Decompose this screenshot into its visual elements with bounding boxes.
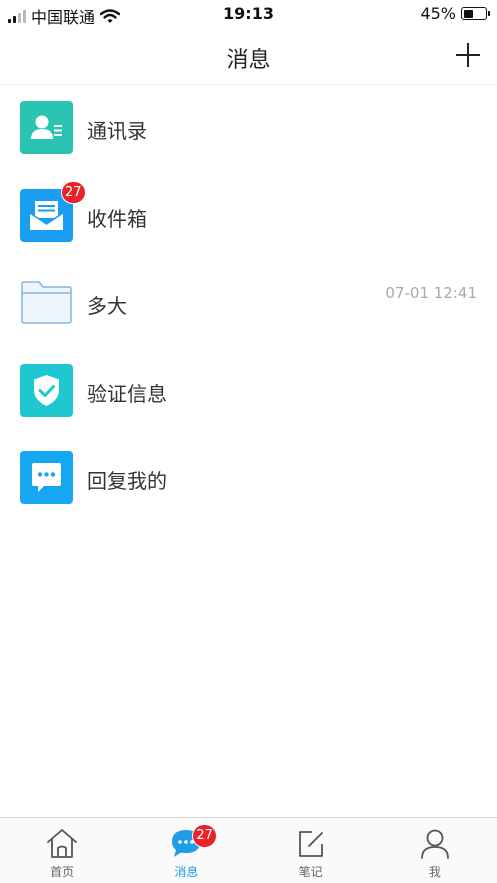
shield-check-icon xyxy=(20,363,73,417)
list-item-time: 07-01 12:41 xyxy=(385,284,477,302)
list-item-label: 验证信息 xyxy=(87,381,167,406)
note-edit-icon xyxy=(298,831,323,857)
tab-notes[interactable]: 笔记 xyxy=(249,818,373,883)
home-icon xyxy=(47,829,78,858)
tab-home[interactable]: 首页 xyxy=(0,818,124,883)
tab-profile[interactable]: 我 xyxy=(373,818,497,883)
list-item-inbox[interactable]: 27 收件箱 xyxy=(0,173,497,261)
list-item-replies[interactable]: 回复我的 xyxy=(0,435,497,523)
list-item-contacts[interactable]: 通讯录 xyxy=(0,85,497,173)
plus-icon[interactable] xyxy=(455,42,481,68)
battery-fill xyxy=(463,9,473,18)
message-list: 通讯录 27 收件箱 多大 07-01 12:41 验证信息 回复我的 xyxy=(0,85,497,523)
tab-label: 我 xyxy=(428,865,441,879)
list-item-label: 收件箱 xyxy=(87,206,147,231)
tab-label: 消息 xyxy=(174,865,199,879)
status-bar: 中国联通 19:13 45% xyxy=(0,0,497,28)
page-title: 消息 xyxy=(226,48,271,73)
nav-bar: 消息 xyxy=(0,28,497,85)
list-item-verification[interactable]: 验证信息 xyxy=(0,348,497,436)
battery-icon xyxy=(461,7,490,20)
tab-messages[interactable]: 27 消息 xyxy=(124,818,248,883)
battery-percent: 45% xyxy=(420,4,456,23)
profile-icon xyxy=(420,829,449,859)
list-item-label: 多大 xyxy=(87,294,127,318)
inbox-unread-badge: 27 xyxy=(61,180,86,204)
list-item-folder[interactable]: 多大 07-01 12:41 xyxy=(0,260,497,348)
tab-label: 笔记 xyxy=(298,865,323,879)
list-item-label: 回复我的 xyxy=(87,469,167,493)
tab-bar: 首页 27 消息 笔记 我 xyxy=(0,817,497,883)
contacts-icon xyxy=(20,101,73,154)
status-right: 45% xyxy=(420,4,490,23)
list-item-label: 通讯录 xyxy=(87,119,147,143)
chat-bubble-icon xyxy=(20,451,73,504)
messages-unread-badge: 27 xyxy=(192,824,217,848)
tab-label: 首页 xyxy=(50,865,75,879)
folder-icon xyxy=(20,276,73,329)
